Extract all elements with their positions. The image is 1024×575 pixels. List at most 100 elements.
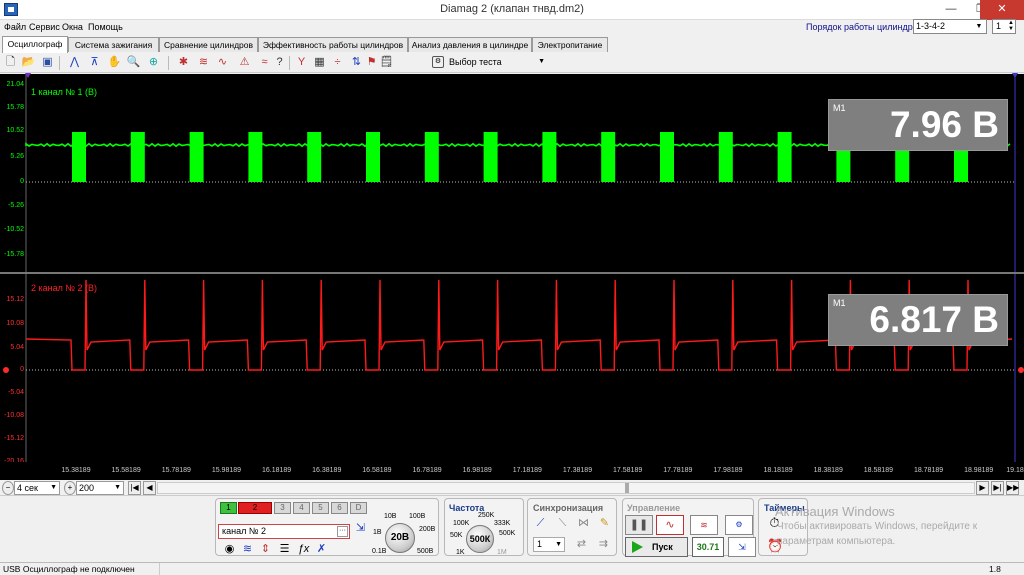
info-icon[interactable]: ? (272, 55, 287, 70)
oscilloscope-view[interactable]: 21.04 -15.78 10.52 5.26 0 -5.26 -10.52 1… (0, 73, 1024, 480)
sync-both-icon[interactable]: ⋈ (576, 516, 591, 530)
hand-pan-icon[interactable]: ✋ (107, 55, 122, 70)
tab-pressure-analysis[interactable]: Анализ давления в цилиндре (408, 37, 532, 52)
panel-divider[interactable] (0, 272, 1024, 274)
scrollbar-thumb[interactable] (625, 483, 629, 493)
ch1-pulse (424, 132, 439, 182)
multi-wave-icon[interactable]: ≋ (690, 515, 718, 535)
ch2-ytick: -15.12 (4, 435, 24, 442)
zoom-in-icon[interactable]: + (64, 481, 76, 495)
export-icon[interactable]: ⇲ (353, 521, 368, 535)
sync-fall-icon[interactable]: ⟍ (555, 516, 570, 530)
tab-cylinder-efficiency[interactable]: Эффективность работы цилиндров (258, 37, 408, 52)
time-tick: 16.38189 (312, 467, 342, 474)
wave-overlay-icon[interactable]: ≋ (196, 55, 211, 70)
voltage-range-value: 20В (390, 532, 410, 543)
wave-multi-icon[interactable]: ∿ (215, 55, 230, 70)
more-icon[interactable]: ··· (337, 526, 348, 537)
zoom-out-icon[interactable]: − (2, 481, 14, 495)
channel-button-4[interactable]: 4 (293, 502, 310, 514)
sync-arrows-icon[interactable]: ⇉ (596, 537, 611, 551)
flag-icon[interactable]: ⚑ (364, 55, 379, 70)
sync-rise-icon[interactable]: ⟋ (533, 516, 548, 530)
time-tick: 16.18189 (261, 467, 292, 474)
menu-windows[interactable]: Окна (62, 22, 83, 32)
tab-power-supply[interactable]: Электропитание (532, 37, 608, 52)
channel1-readout[interactable]: M1 7.96 В (828, 99, 1008, 151)
channel-name-input[interactable]: канал № 2 ··· (218, 524, 350, 539)
time-scale-select[interactable]: 4 сек ▼ (14, 481, 60, 495)
dial-label: 1В (373, 529, 382, 536)
menu-service[interactable]: Сервис (29, 22, 60, 32)
fit-view-icon[interactable]: ⊕ (146, 55, 161, 70)
test-select-label: Выбор теста (449, 57, 502, 67)
align-icon[interactable]: ⇅ (349, 55, 364, 70)
channel-button-5[interactable]: 5 (312, 502, 329, 514)
ch2-right-marker[interactable] (1018, 367, 1024, 373)
cursor-marker-icon[interactable]: ⋀ (67, 55, 82, 70)
spectrum-icon[interactable]: ≈ (257, 55, 272, 70)
zoom-icon[interactable]: 🔍 (126, 55, 141, 70)
menu-file[interactable]: Файл (4, 22, 26, 32)
menu-help[interactable]: Помощь (88, 22, 123, 32)
scroll-left-button[interactable]: ◀ (143, 481, 156, 495)
test-select[interactable]: ⚙ Выбор теста ▼ (427, 54, 547, 70)
channel2-readout[interactable]: M1 6.817 В (828, 294, 1008, 346)
time-tick: 17.38189 (562, 467, 593, 474)
sync-external-icon[interactable]: ✎ (597, 516, 612, 530)
voltage-range-dial[interactable]: 20В (385, 523, 415, 553)
open-folder-icon[interactable]: 📂 (21, 55, 36, 70)
tools-icon[interactable]: ✗ (314, 542, 329, 556)
auto-scale-icon[interactable]: ⇲ (728, 537, 756, 557)
cylinder-order-select[interactable]: 1-3-4-2 ▼ (913, 19, 987, 34)
split-icon[interactable]: ÷ (330, 55, 345, 70)
notes-icon[interactable]: 🗒 (379, 55, 394, 70)
time-axis: 15.38189 15.58189 15.78189 15.98189 16.18189… (0, 462, 1024, 480)
start-button[interactable]: Пуск (625, 537, 688, 557)
start-label: Пуск (652, 542, 673, 552)
auto-trigger-icon[interactable]: ⚠ (237, 55, 252, 70)
wave-invert-icon[interactable]: ≋ (240, 542, 255, 556)
left-cursor-marker[interactable] (25, 73, 31, 78)
save-icon[interactable]: ▣ (40, 55, 55, 70)
lines-icon[interactable]: ☰ (277, 542, 292, 556)
table-icon[interactable]: ▦ (312, 55, 327, 70)
auto-mode-icon[interactable]: ⚙ (725, 515, 753, 535)
channel-button-6[interactable]: 6 (331, 502, 348, 514)
ch1-pulse (660, 132, 674, 182)
new-file-icon[interactable]: 🗋 (3, 55, 18, 70)
horizontal-scrollbar[interactable] (157, 482, 975, 494)
channel-button-1[interactable]: 1 (220, 502, 237, 514)
tab-cylinder-compare[interactable]: Сравнение цилиндров (159, 37, 258, 52)
time-tick: 16.78189 (412, 467, 442, 474)
function-icon[interactable]: ƒx (296, 542, 311, 556)
scroll-start-button[interactable]: |◀ (128, 481, 141, 495)
channel-button-d[interactable]: D (350, 502, 367, 514)
close-button[interactable]: ✕ (980, 0, 1024, 20)
scroll-right-button[interactable]: ▶ (976, 481, 989, 495)
ch2-ytick: 15.12 (6, 296, 24, 303)
sync-channel-select[interactable]: 1 ▼ (533, 537, 565, 552)
ch1-pulse (130, 132, 145, 182)
points-select[interactable]: 200 ▼ (76, 481, 124, 495)
scroll-end-button[interactable]: ▶| (991, 481, 1004, 495)
filter-icon[interactable]: ✱ (176, 55, 191, 70)
channel-filter-icon[interactable]: Y (294, 55, 309, 70)
tab-ignition[interactable]: Система зажигания (68, 37, 159, 52)
frequency-dial[interactable]: 500К (466, 525, 494, 553)
tab-oscilloscope[interactable]: Осциллограф (2, 36, 68, 53)
sync-level-icon[interactable]: ⇄ (574, 537, 589, 551)
measure-icon[interactable]: ⊼ (87, 55, 102, 70)
ch1-ytick: 5.26 (10, 153, 24, 160)
dial-label: 200В (419, 526, 436, 533)
right-cursor-marker[interactable] (1012, 73, 1018, 78)
channel-button-2[interactable]: 2 (238, 502, 272, 514)
scroll-end-fast-button[interactable]: ▶▶ (1006, 481, 1019, 495)
probe-icon[interactable]: ◉ (222, 542, 237, 556)
vertical-shift-icon[interactable]: ⇕ (258, 542, 273, 556)
pause-icon[interactable]: ❚❚ (625, 515, 653, 535)
minimize-button[interactable]: — (936, 0, 966, 20)
channel-button-3[interactable]: 3 (274, 502, 291, 514)
sine-mode-icon[interactable]: ∿ (656, 515, 684, 535)
cylinder-number-spinner[interactable]: 1 ▲ ▼ (992, 19, 1016, 34)
